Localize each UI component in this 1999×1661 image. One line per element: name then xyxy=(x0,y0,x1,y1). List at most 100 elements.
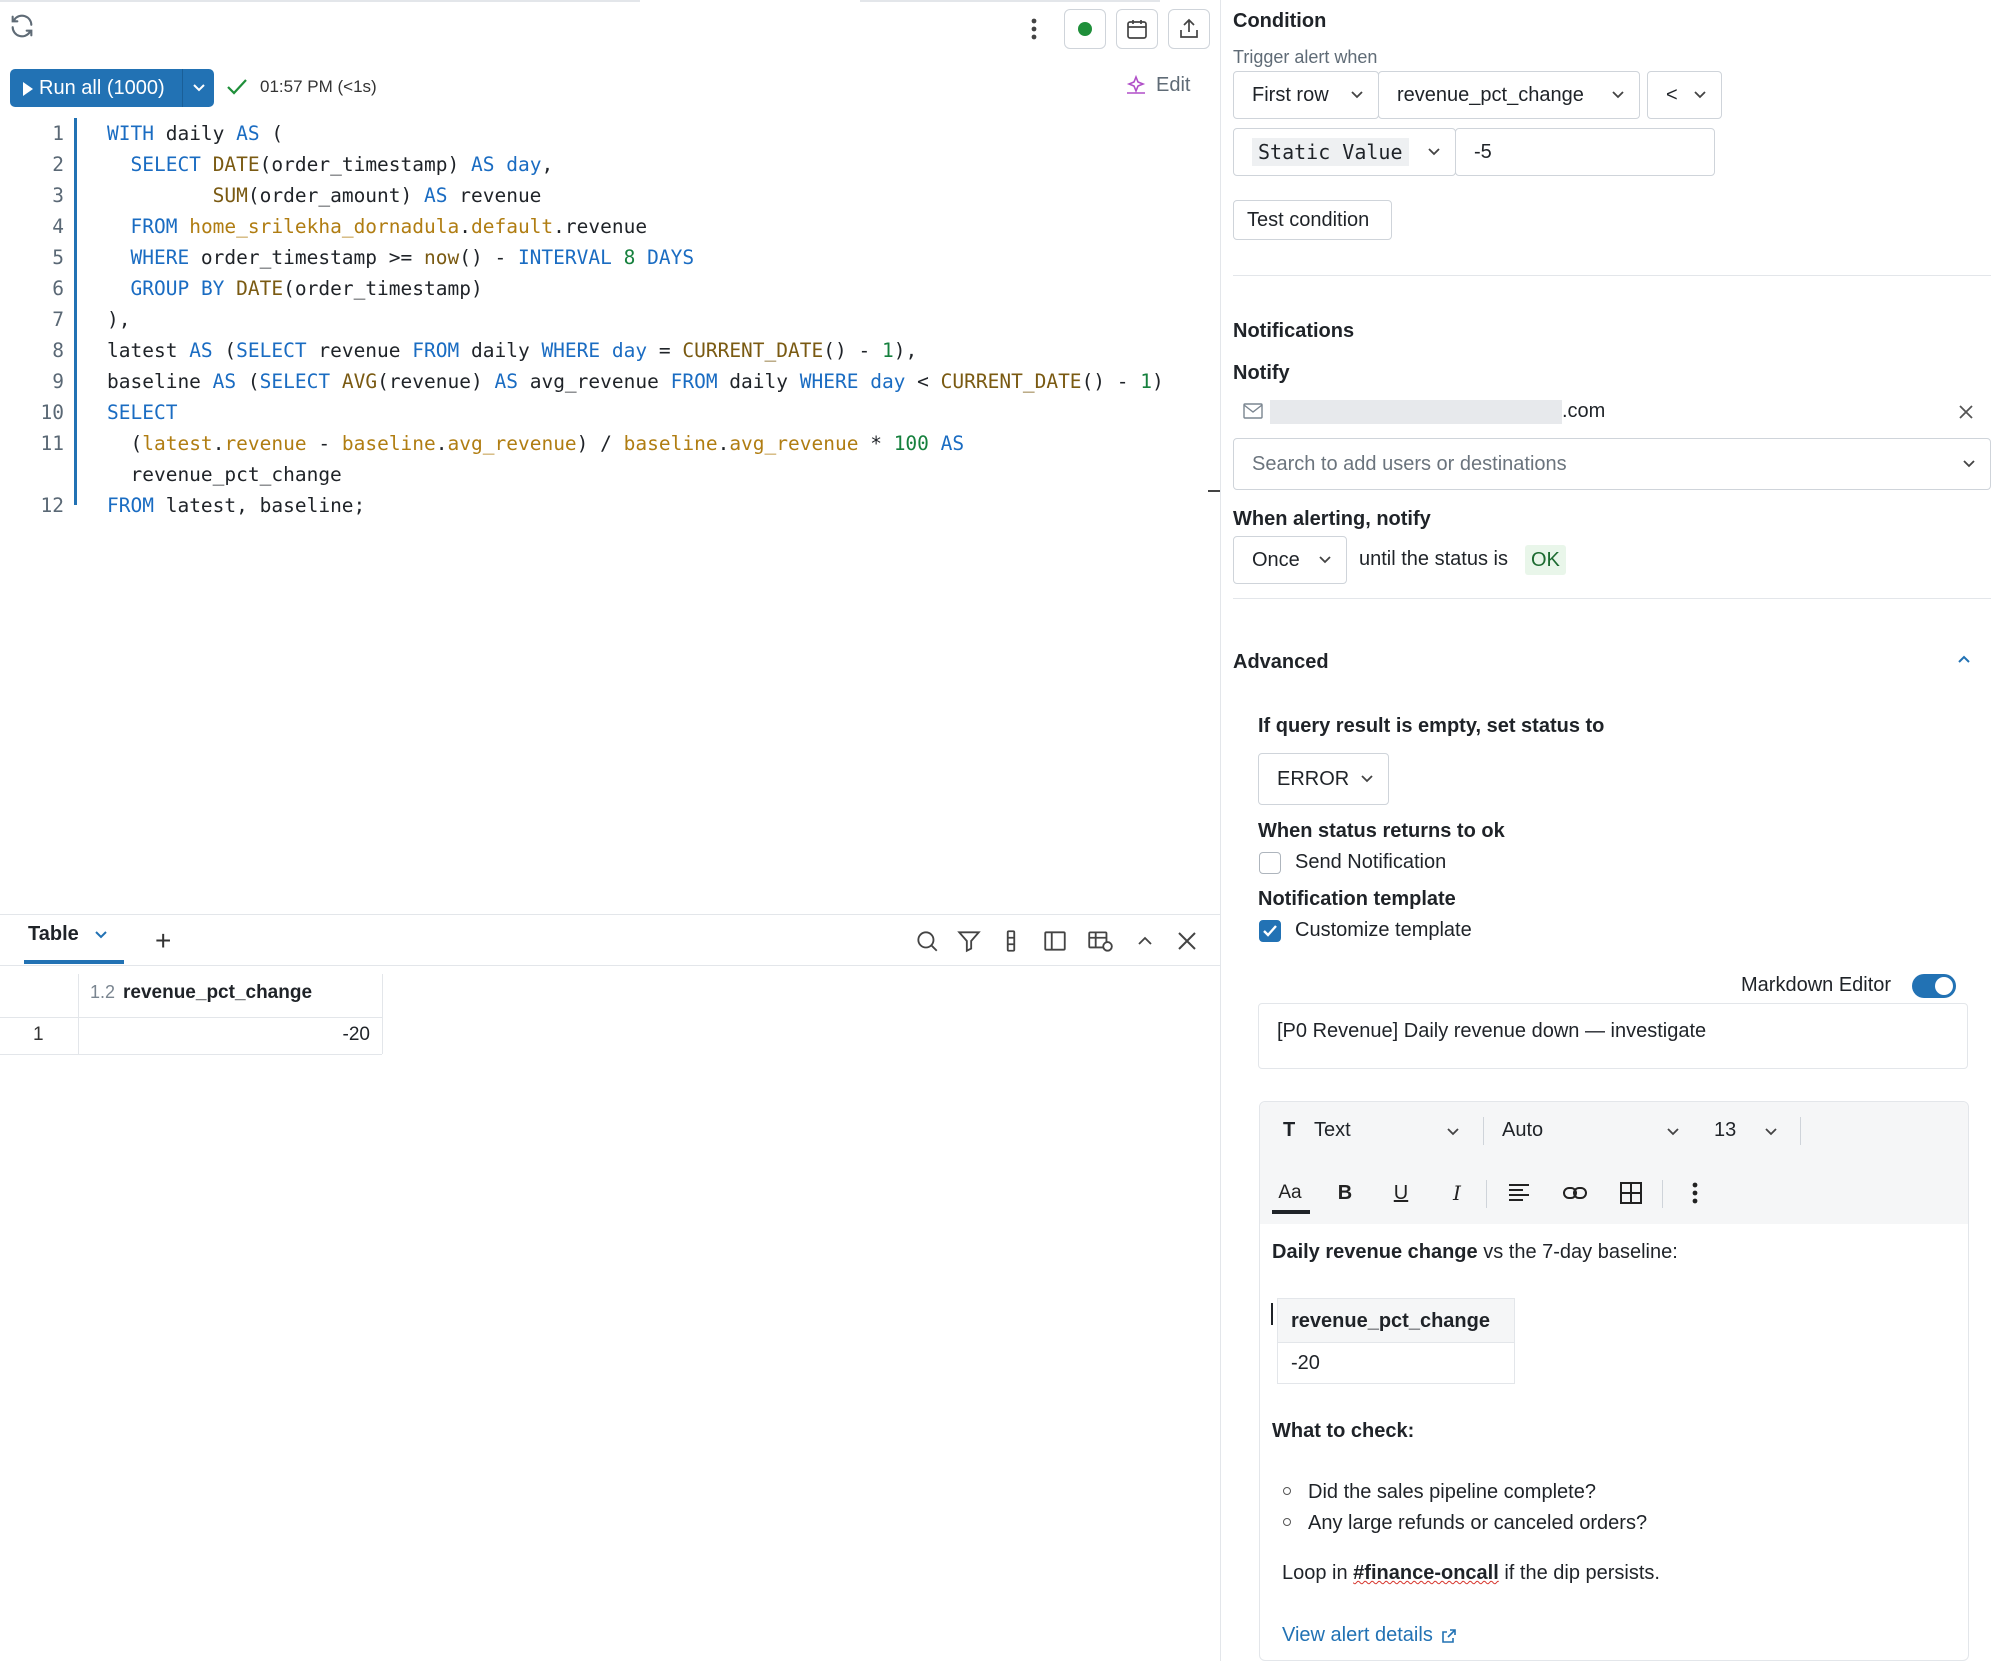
code-line[interactable]: 9 baseline AS (SELECT AVG(revenue) AS avg… xyxy=(0,366,1215,397)
play-icon xyxy=(22,80,34,103)
align-left-icon[interactable] xyxy=(1501,1175,1537,1211)
view-alert-details-link[interactable]: View alert details xyxy=(1282,1624,1457,1647)
run-all-label: Run all (1000) xyxy=(39,77,165,99)
table-cell[interactable]: -20 xyxy=(78,1024,370,1046)
toolbar-separator xyxy=(1486,1180,1487,1208)
italic-button[interactable]: I xyxy=(1439,1175,1475,1211)
pane-divider[interactable] xyxy=(1220,0,1221,1661)
column-header[interactable]: revenue_pct_change xyxy=(123,982,312,1004)
font-size-select[interactable]: 13 xyxy=(1714,1119,1782,1147)
subject-input[interactable]: [P0 Revenue] Daily revenue down — invest… xyxy=(1258,1003,1968,1069)
code-line[interactable]: 4 FROM home_srilekha_dornadula.default.r… xyxy=(0,211,1215,242)
returns-ok-label: When status returns to ok xyxy=(1258,820,1505,842)
close-icon[interactable] xyxy=(1172,926,1202,956)
active-tab-indicator xyxy=(24,960,124,964)
more-options-icon[interactable] xyxy=(1022,14,1046,44)
toolbar-separator xyxy=(1662,1180,1663,1208)
line-number: 8 xyxy=(52,339,64,362)
data-refresh-icon[interactable] xyxy=(1085,926,1115,956)
code-line[interactable]: 8 latest AS (SELECT revenue FROM daily WH… xyxy=(0,335,1215,366)
remove-recipient-icon[interactable] xyxy=(1958,403,1974,426)
chevron-down-icon xyxy=(1428,148,1440,156)
chevron-down-icon xyxy=(1351,91,1363,99)
value-type-value: Static Value xyxy=(1252,138,1409,166)
template-table[interactable]: revenue_pct_change -20 xyxy=(1277,1298,1515,1384)
run-all-button[interactable]: Run all (1000) xyxy=(10,69,214,107)
test-condition-label: Test condition xyxy=(1247,208,1370,231)
calendar-icon xyxy=(1127,20,1147,39)
condition-heading: Condition xyxy=(1233,10,1327,32)
more-formatting-icon[interactable] xyxy=(1677,1175,1713,1211)
font-value: Auto xyxy=(1502,1119,1544,1141)
section-divider xyxy=(1233,598,1991,599)
filter-icon[interactable] xyxy=(954,926,984,956)
column-select[interactable]: revenue_pct_change xyxy=(1378,71,1640,119)
status-indicator-button[interactable] xyxy=(1064,9,1106,49)
refresh-icon[interactable] xyxy=(8,12,38,42)
loop-suffix: if the dip persists. xyxy=(1498,1562,1660,1584)
code-line[interactable]: 11 (latest.revenue - baseline.avg_revenu… xyxy=(0,428,1215,459)
code-line[interactable]: 7), xyxy=(0,304,1215,335)
code-text: SUM(order_amount) AS revenue xyxy=(212,184,542,207)
collapse-results-icon[interactable] xyxy=(1130,926,1160,956)
code-text: SELECT xyxy=(107,401,178,424)
side-panel-icon[interactable] xyxy=(1040,926,1070,956)
operator-select[interactable]: < xyxy=(1647,71,1722,119)
code-line[interactable]: revenue_pct_change xyxy=(0,459,1215,490)
loop-in-text: Loop in #finance-oncall if the dip persi… xyxy=(1282,1562,1660,1585)
empty-status-select[interactable]: ERROR xyxy=(1258,753,1389,805)
line-number: 1 xyxy=(52,122,64,145)
send-notification-checkbox[interactable] xyxy=(1259,852,1281,874)
bold-button[interactable]: B xyxy=(1327,1175,1363,1211)
channel-mention: #finance-oncall xyxy=(1353,1562,1499,1584)
test-condition-button[interactable]: Test condition xyxy=(1233,200,1392,240)
value-type-select[interactable]: Static Value xyxy=(1233,128,1456,176)
code-line[interactable]: 3 SUM(order_amount) AS revenue xyxy=(0,180,1215,211)
list-item: Did the sales pipeline complete? xyxy=(1308,1481,1596,1503)
collapse-advanced-icon[interactable] xyxy=(1956,648,1972,671)
run-options-dropdown[interactable] xyxy=(182,69,214,107)
list-item: Any large refunds or canceled orders? xyxy=(1308,1512,1648,1534)
text-style-select[interactable]: Text xyxy=(1314,1119,1464,1147)
line-number: 12 xyxy=(40,494,64,517)
chevron-down-icon xyxy=(1361,775,1373,783)
underline-button[interactable]: U xyxy=(1383,1175,1419,1211)
code-line[interactable]: 1 WITH daily AS ( xyxy=(0,118,1215,149)
link-icon[interactable] xyxy=(1557,1175,1593,1211)
template-intro: Daily revenue change vs the 7-day baseli… xyxy=(1272,1241,1678,1264)
schedule-button[interactable] xyxy=(1116,9,1158,49)
line-number: 3 xyxy=(52,184,64,207)
text-case-button[interactable]: Aa xyxy=(1272,1175,1308,1211)
chevron-down-icon xyxy=(1694,91,1706,99)
code-line[interactable]: 6 GROUP BY DATE(order_timestamp) xyxy=(0,273,1215,304)
code-text: latest AS (SELECT revenue FROM daily WHE… xyxy=(107,339,918,362)
grid-row-border xyxy=(0,1054,382,1055)
code-line[interactable]: 2 SELECT DATE(order_timestamp) AS day, xyxy=(0,149,1215,180)
template-intro-rest: vs the 7-day baseline: xyxy=(1477,1241,1678,1263)
code-line[interactable]: 10 SELECT xyxy=(0,397,1215,428)
bullet-icon xyxy=(1283,1487,1291,1495)
code-line[interactable]: 12 FROM latest, baseline; xyxy=(0,490,1215,521)
share-button[interactable] xyxy=(1168,9,1210,49)
status-ok-badge: OK xyxy=(1525,545,1566,575)
columns-icon[interactable] xyxy=(996,926,1026,956)
tab-table[interactable]: Table xyxy=(28,923,108,946)
sql-editor[interactable]: 1 WITH daily AS (2 SELECT DATE(order_time… xyxy=(0,118,1215,521)
notify-frequency-select[interactable]: Once xyxy=(1233,536,1347,584)
search-icon[interactable] xyxy=(912,926,942,956)
markdown-editor-toggle[interactable] xyxy=(1912,974,1956,998)
resize-handle[interactable] xyxy=(1208,490,1220,492)
customize-template-checkbox[interactable] xyxy=(1259,920,1281,942)
font-select[interactable]: Auto xyxy=(1502,1119,1684,1147)
threshold-value-input[interactable]: -5 xyxy=(1455,128,1715,176)
edit-button[interactable]: Edit xyxy=(1124,74,1190,97)
table-icon[interactable] xyxy=(1613,1175,1649,1211)
loop-prefix: Loop in xyxy=(1282,1562,1354,1584)
code-line[interactable]: 5 WHERE order_timestamp >= now() - INTER… xyxy=(0,242,1215,273)
recipient-search-input[interactable]: Search to add users or destinations xyxy=(1233,438,1991,490)
template-label: Notification template xyxy=(1258,888,1456,910)
row-select[interactable]: First row xyxy=(1233,71,1379,119)
add-visualization-button[interactable]: + xyxy=(155,925,171,957)
external-link-icon xyxy=(1442,1628,1456,1643)
empty-result-label: If query result is empty, set status to xyxy=(1258,715,1605,737)
